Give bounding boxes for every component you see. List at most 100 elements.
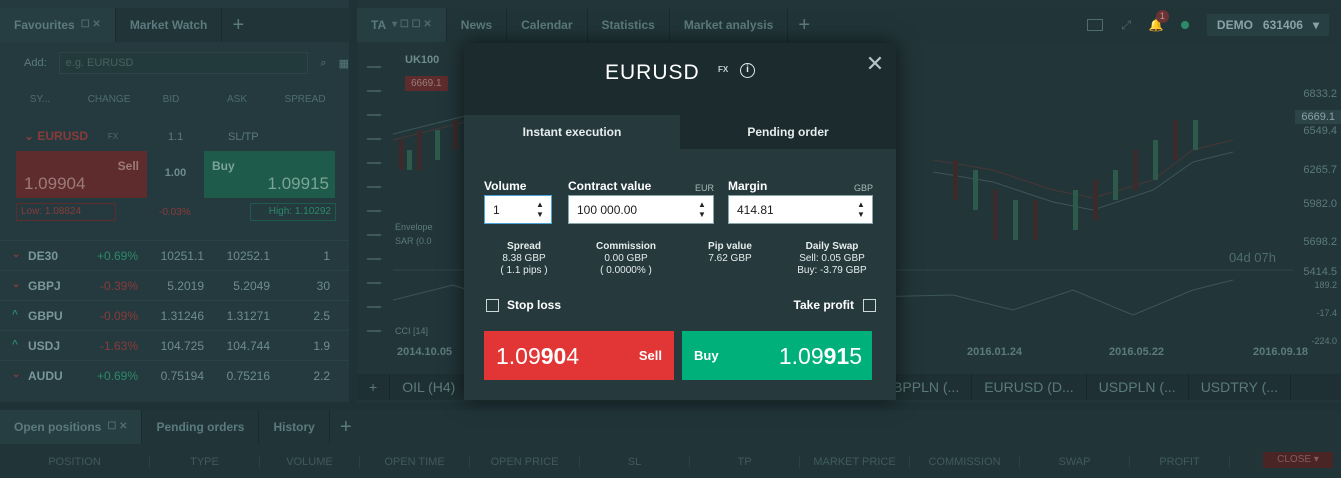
- add-tab-icon[interactable]: +: [222, 8, 254, 42]
- margin-unit: GBP: [853, 183, 873, 193]
- quick-buy-button[interactable]: Buy 1.09915: [204, 151, 335, 198]
- market-row[interactable]: ⌄ DE30 +0.69% 10251.1 10252.1 1: [0, 240, 349, 270]
- sar-indicator-label[interactable]: SAR (0.0: [395, 236, 432, 246]
- daily-swap-stat: Daily Swap Sell: 0.05 GBP Buy: -3.79 GBP: [797, 241, 867, 276]
- positions-tabbar: Open positions ☐ ✕ Pending orders History…: [0, 410, 1341, 444]
- add-symbol-input[interactable]: e.g. EURUSD: [58, 52, 309, 74]
- tool-icon[interactable]: [367, 282, 381, 284]
- market-row[interactable]: ^ USDJ -1.63% 104.725 104.744 1.9: [0, 330, 349, 360]
- chevron-down-icon: ⌄: [12, 368, 21, 380]
- chart-tab-usdpln[interactable]: USDPLN (...: [1087, 374, 1189, 400]
- order-form: Volume ▲▼ Contract valueEUR ▲▼ MarginGBP…: [464, 149, 896, 400]
- tab-pending-orders[interactable]: Pending orders: [142, 410, 260, 444]
- info-icon[interactable]: i: [740, 63, 755, 78]
- stepper-down-icon[interactable]: ▼: [697, 210, 707, 220]
- margin-label: Margin: [728, 179, 768, 193]
- tab-market-analysis[interactable]: Market analysis: [670, 8, 789, 42]
- volume-stepper[interactable]: ▲ ▼: [535, 200, 545, 220]
- y-axis-label: -17.4: [1316, 308, 1337, 318]
- stop-loss-label[interactable]: Stop loss: [507, 298, 561, 312]
- chevron-down-icon: ⌄: [12, 278, 21, 290]
- volume-label: Volume: [484, 179, 527, 193]
- sell-button[interactable]: 1.09904 Sell: [484, 331, 674, 380]
- tab-news[interactable]: News: [447, 8, 508, 42]
- cci-indicator-label[interactable]: CCI [14]: [395, 326, 428, 336]
- eurusd-symbol[interactable]: ⌄ EURUSD: [24, 129, 88, 143]
- sltp-label[interactable]: SL/TP: [228, 131, 259, 143]
- chart-tab-eurusd[interactable]: EURUSD (D...: [972, 374, 1087, 400]
- window-icon[interactable]: ☐ ✕: [81, 8, 101, 42]
- tool-icon[interactable]: [367, 90, 381, 92]
- tool-icon[interactable]: [367, 234, 381, 236]
- tab-open-positions[interactable]: Open positions ☐ ✕: [0, 410, 143, 444]
- chevron-up-icon: ^: [12, 338, 18, 350]
- margin-input[interactable]: [729, 196, 872, 223]
- tab-statistics[interactable]: Statistics: [588, 8, 670, 42]
- tab-history[interactable]: History: [259, 410, 330, 444]
- bell-icon[interactable]: 🔔 1: [1149, 10, 1169, 32]
- tab-ta[interactable]: TA ▾ ☐ ☐ ✕: [357, 8, 447, 42]
- add-chart-icon[interactable]: +: [357, 374, 391, 400]
- tool-icon[interactable]: [367, 162, 381, 164]
- stepper-down-icon[interactable]: ▼: [535, 210, 545, 220]
- quick-sell-button[interactable]: Sell 1.09904: [16, 151, 147, 198]
- tab-favourites[interactable]: Favourites ☐ ✕: [0, 8, 116, 42]
- tool-icon[interactable]: [367, 138, 381, 140]
- stepper-up-icon[interactable]: ▲: [535, 200, 545, 210]
- take-profit-label[interactable]: Take profit: [794, 298, 854, 312]
- close-icon[interactable]: ✕: [864, 53, 886, 75]
- margin-stepper[interactable]: ▲ ▼: [856, 200, 866, 220]
- pip-value-stat: Pip value 7.62 GBP: [708, 241, 752, 264]
- account-selector[interactable]: DEMO 631406 ▾: [1206, 14, 1329, 36]
- y-axis-label: 5698.2: [1303, 236, 1337, 248]
- tool-icon[interactable]: [367, 330, 381, 332]
- search-icon[interactable]: ⌕: [320, 57, 326, 70]
- tab-instant-execution[interactable]: Instant execution: [464, 115, 680, 149]
- sl-tp-row: Stop loss Take profit: [486, 297, 876, 315]
- buy-button[interactable]: Buy 1.09915: [682, 331, 872, 380]
- tab-market-watch[interactable]: Market Watch: [116, 8, 223, 42]
- contract-value-stepper[interactable]: ▲ ▼: [697, 200, 707, 220]
- high-price: High: 1.10292: [250, 203, 336, 221]
- window-icon[interactable]: ☐ ✕: [107, 410, 127, 444]
- daily-change: -0.03%: [159, 207, 191, 218]
- quick-volume[interactable]: 1.00: [147, 167, 204, 179]
- chart-symbol: UK100: [405, 54, 440, 66]
- add-tab-icon[interactable]: +: [330, 410, 362, 444]
- fx-tag: FX: [108, 132, 119, 141]
- tab-calendar[interactable]: Calendar: [507, 8, 588, 42]
- stepper-down-icon[interactable]: ▼: [856, 210, 866, 220]
- market-row[interactable]: ⌄ GBPJ -0.39% 5.2019 5.2049 30: [0, 270, 349, 300]
- market-row[interactable]: ⌄ AUDU +0.69% 0.75194 0.75216 2.2: [0, 360, 349, 390]
- market-row[interactable]: ^ GBPU -0.09% 1.31246 1.31271 2.5: [0, 300, 349, 330]
- chart-tab-usdtry[interactable]: USDTRY (...: [1189, 374, 1291, 400]
- chevron-down-icon: ▾: [1312, 18, 1319, 32]
- stepper-up-icon[interactable]: ▲: [856, 200, 866, 210]
- envelope-indicator-label[interactable]: Envelope: [395, 222, 433, 232]
- tool-icon[interactable]: [367, 210, 381, 212]
- fullscreen-icon[interactable]: ⤢: [1121, 18, 1131, 33]
- take-profit-checkbox[interactable]: [863, 299, 876, 312]
- chevron-down-icon: ⌄: [24, 129, 38, 143]
- contract-value-input[interactable]: [569, 196, 713, 223]
- add-tab-icon[interactable]: +: [788, 8, 820, 42]
- chevron-down-icon: ⌄: [12, 248, 21, 260]
- fx-tag: FX: [718, 65, 729, 74]
- stepper-up-icon[interactable]: ▲: [697, 200, 707, 210]
- volume-field-group: Volume ▲▼: [484, 177, 552, 224]
- stop-loss-checkbox[interactable]: [486, 299, 499, 312]
- window-icon[interactable]: ▾ ☐ ☐ ✕: [392, 8, 432, 42]
- layout-icon[interactable]: [1087, 19, 1104, 31]
- close-all-button[interactable]: CLOSE ▾: [1263, 452, 1333, 468]
- grid-view-icon[interactable]: ▦: [339, 57, 349, 70]
- tool-icon[interactable]: [367, 258, 381, 260]
- tool-icon[interactable]: [367, 66, 381, 68]
- status-dot: [1180, 21, 1189, 29]
- add-label: Add:: [24, 57, 47, 69]
- spread-value: 1.1: [168, 131, 184, 143]
- x-axis-label: 2016.09.18: [1253, 346, 1309, 358]
- tool-icon[interactable]: [367, 186, 381, 188]
- tool-icon[interactable]: [367, 114, 381, 116]
- tab-pending-order[interactable]: Pending order: [680, 115, 896, 149]
- tool-icon[interactable]: [367, 306, 381, 308]
